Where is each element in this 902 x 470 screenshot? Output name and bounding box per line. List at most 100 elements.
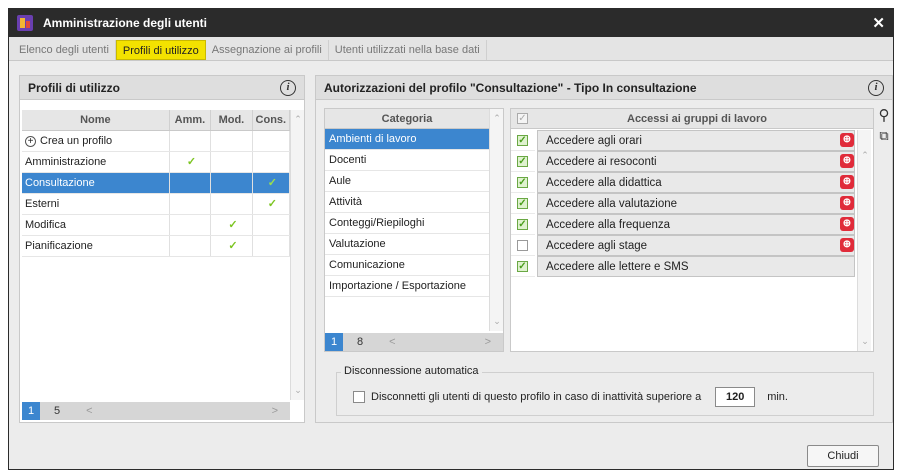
list-item[interactable]: Conteggi/Riepiloghi <box>325 213 489 234</box>
profiles-panel-title: Profili di utilizzo <box>28 80 120 95</box>
profiles-panel-header: Profili di utilizzo i <box>20 76 304 100</box>
permissions-panel: Autorizzazioni del profilo "Consultazion… <box>315 75 893 423</box>
list-item[interactable]: ✓ Accedere alla frequenza ⊕ <box>511 214 855 235</box>
category-scrollbar[interactable]: ⌃ ⌄ <box>489 109 503 331</box>
list-item[interactable]: ✓ Accedere agli orari ⊕ <box>511 130 855 151</box>
pager-next-icon[interactable]: > <box>473 336 503 348</box>
column-header-cons[interactable]: Cons. <box>252 110 291 131</box>
list-item[interactable]: ✓ Accedere alle lettere e SMS <box>511 256 855 277</box>
table-row[interactable]: Pianificazione ✓ <box>22 235 291 257</box>
sub-access-icon[interactable]: ⊕ <box>840 238 854 252</box>
list-item[interactable]: Attività <box>325 192 489 213</box>
amm-cell[interactable] <box>169 193 212 215</box>
access-label: Accedere alla frequenza <box>537 214 855 235</box>
access-checkbox[interactable] <box>517 240 528 251</box>
auto-disconnect-group: Disconnessione automatica Disconnetti gl… <box>336 365 874 416</box>
close-button[interactable]: Chiudi <box>807 445 879 467</box>
list-item[interactable]: ✓ Accedere ai resoconti ⊕ <box>511 151 855 172</box>
sub-access-icon[interactable]: ⊕ <box>840 196 854 210</box>
sub-access-icon[interactable]: ⊕ <box>840 175 854 189</box>
mod-check-icon[interactable]: ✓ <box>210 235 253 257</box>
list-item[interactable]: Valutazione <box>325 234 489 255</box>
amm-cell[interactable] <box>169 172 212 194</box>
create-profile-cell[interactable]: + Crea un profilo <box>22 130 170 152</box>
table-row[interactable]: Modifica ✓ <box>22 214 291 236</box>
cons-cell[interactable] <box>252 235 291 257</box>
category-pager: 1 8 < > <box>325 333 503 351</box>
scroll-down-icon[interactable]: ⌄ <box>490 316 504 327</box>
tab-elenco-utenti[interactable]: Elenco degli utenti <box>13 40 116 60</box>
auto-disconnect-row: Disconnetti gli utenti di questo profilo… <box>353 387 788 407</box>
table-header-row: Nome Amm. Mod. Cons. <box>22 110 291 131</box>
table-row[interactable]: Amministrazione ✓ <box>22 151 291 173</box>
category-header: Categoria <box>325 109 489 129</box>
list-item[interactable]: Ambienti di lavoro <box>325 129 489 150</box>
scroll-up-icon[interactable]: ⌃ <box>490 113 504 124</box>
cons-check-icon[interactable]: ✓ <box>252 193 291 215</box>
profiles-scrollbar[interactable]: ⌃ ⌄ <box>290 110 304 400</box>
pager-next-icon[interactable]: > <box>260 405 290 417</box>
cons-cell[interactable] <box>252 214 291 236</box>
list-item[interactable]: Docenti <box>325 150 489 171</box>
list-item[interactable]: Comunicazione <box>325 255 489 276</box>
column-header-nome[interactable]: Nome <box>22 110 170 131</box>
sub-access-icon[interactable]: ⊕ <box>840 217 854 231</box>
access-checkbox[interactable]: ✓ <box>517 219 528 230</box>
profile-name: Modifica <box>22 214 170 236</box>
auto-disconnect-checkbox[interactable] <box>353 391 365 403</box>
access-scrollbar[interactable]: ⌃ ⌄ <box>857 130 871 351</box>
access-checkbox[interactable]: ✓ <box>517 177 528 188</box>
list-item[interactable]: Importazione / Esportazione <box>325 276 489 297</box>
close-icon[interactable]: ✕ <box>872 14 885 32</box>
sub-access-icon[interactable]: ⊕ <box>840 154 854 168</box>
access-list: ✓ Accedere agli orari ⊕ ✓ Accedere ai re… <box>511 130 855 352</box>
pager-prev-icon[interactable]: < <box>74 405 104 417</box>
column-header-mod[interactable]: Mod. <box>210 110 253 131</box>
copy-icon[interactable]: ⧉ <box>876 128 892 144</box>
inactivity-minutes-input[interactable]: 120 <box>715 387 756 407</box>
list-item[interactable]: ✓ Accedere alla valutazione ⊕ <box>511 193 855 214</box>
table-row[interactable]: Consultazione ✓ <box>22 172 291 194</box>
page-current[interactable]: 1 <box>325 333 343 351</box>
access-checkbox[interactable]: ✓ <box>517 135 528 146</box>
create-profile-row[interactable]: + Crea un profilo <box>22 130 291 152</box>
tab-profili-utilizzo[interactable]: Profili di utilizzo <box>115 40 206 60</box>
cons-cell[interactable] <box>252 151 291 173</box>
minutes-unit: min. <box>767 391 788 403</box>
scroll-up-icon[interactable]: ⌃ <box>291 114 305 125</box>
mod-cell[interactable] <box>210 151 253 173</box>
info-icon[interactable]: i <box>280 80 296 96</box>
tab-assegnazione-profili[interactable]: Assegnazione ai profili <box>206 40 329 60</box>
auto-disconnect-legend: Disconnessione automatica <box>341 365 482 377</box>
list-item[interactable]: Accedere agli stage ⊕ <box>511 235 855 256</box>
list-item[interactable]: ✓ Accedere alla didattica ⊕ <box>511 172 855 193</box>
permissions-panel-title: Autorizzazioni del profilo "Consultazion… <box>324 80 697 95</box>
scroll-down-icon[interactable]: ⌄ <box>858 336 872 347</box>
page-current[interactable]: 1 <box>22 402 40 420</box>
access-checkbox[interactable]: ✓ <box>517 261 528 272</box>
scroll-up-icon[interactable]: ⌃ <box>858 150 872 161</box>
access-checkbox[interactable]: ✓ <box>517 156 528 167</box>
scroll-down-icon[interactable]: ⌄ <box>291 385 305 396</box>
amm-cell[interactable] <box>169 235 212 257</box>
list-item[interactable]: Aule <box>325 171 489 192</box>
access-label: Accedere alla valutazione <box>537 193 855 214</box>
sub-access-icon[interactable]: ⊕ <box>840 133 854 147</box>
table-row[interactable]: Esterni ✓ <box>22 193 291 215</box>
mod-check-icon[interactable]: ✓ <box>210 214 253 236</box>
mod-cell[interactable] <box>210 193 253 215</box>
tab-utenti-base-dati[interactable]: Utenti utilizzati nella base dati <box>329 40 487 60</box>
search-icon[interactable]: ⚲ <box>876 108 892 124</box>
cons-check-icon[interactable]: ✓ <box>252 172 291 194</box>
amm-cell[interactable] <box>169 214 212 236</box>
mod-cell[interactable] <box>210 172 253 194</box>
amm-check-icon[interactable]: ✓ <box>169 151 212 173</box>
select-all-checkbox[interactable]: ✓ <box>517 113 528 124</box>
pager-prev-icon[interactable]: < <box>377 336 407 348</box>
access-label: Accedere ai resoconti <box>537 151 855 172</box>
profile-name: Esterni <box>22 193 170 215</box>
access-checkbox[interactable]: ✓ <box>517 198 528 209</box>
access-label: Accedere agli stage <box>537 235 855 256</box>
info-icon[interactable]: i <box>868 80 884 96</box>
column-header-amm[interactable]: Amm. <box>169 110 212 131</box>
